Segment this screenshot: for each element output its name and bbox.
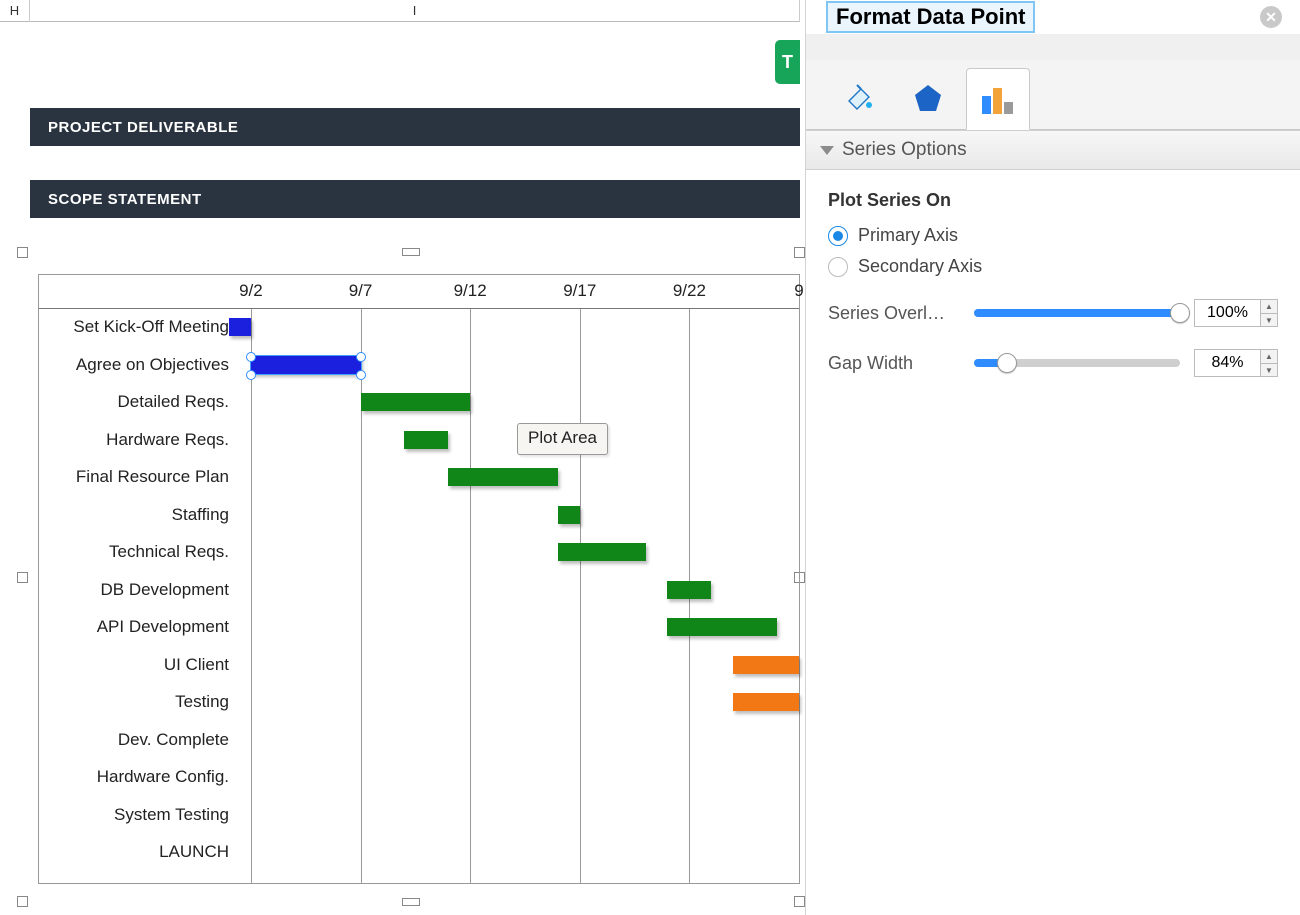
plot-area-tooltip: Plot Area (517, 423, 608, 455)
x-tick: 9/17 (563, 281, 596, 301)
series-overlap-input[interactable] (1194, 299, 1260, 327)
gantt-bar[interactable] (251, 356, 361, 374)
col-header-H[interactable]: H (0, 0, 30, 22)
gridline (470, 309, 471, 883)
series-options-body: Plot Series On Primary Axis Secondary Ax… (806, 170, 1300, 915)
radio-indicator (828, 226, 848, 246)
close-button[interactable]: ✕ (1260, 6, 1282, 28)
task-label: Testing (175, 684, 229, 720)
series-options-header[interactable]: Series Options (806, 130, 1300, 170)
task-label: API Development (97, 609, 229, 645)
stepper-down[interactable]: ▼ (1260, 313, 1278, 327)
task-label: Hardware Reqs. (106, 422, 229, 458)
x-tick: 9/7 (349, 281, 373, 301)
gantt-bar[interactable] (733, 656, 799, 674)
task-label: DB Development (100, 572, 229, 608)
tab-fill[interactable] (826, 67, 890, 129)
resize-handle[interactable] (17, 247, 28, 258)
format-tabs (806, 60, 1300, 130)
resize-handle[interactable] (17, 572, 28, 583)
gantt-bar[interactable] (667, 618, 777, 636)
series-overlap-label: Series Overl… (828, 303, 960, 324)
gantt-bar[interactable] (448, 468, 558, 486)
x-tick: 9 (794, 281, 803, 301)
gantt-bar[interactable] (404, 431, 448, 449)
resize-handle[interactable] (402, 898, 420, 906)
green-overlay-button[interactable]: T (775, 40, 800, 84)
gap-width-label: Gap Width (828, 353, 960, 374)
task-label: Agree on Objectives (76, 347, 229, 383)
task-label: Staffing (172, 497, 229, 533)
series-options-label: Series Options (842, 139, 967, 161)
stepper-up[interactable]: ▲ (1260, 349, 1278, 363)
task-label: Final Resource Plan (76, 459, 229, 495)
pentagon-icon (911, 81, 945, 115)
radio-secondary-axis[interactable]: Secondary Axis (828, 256, 1278, 277)
task-label: Set Kick-Off Meeting (73, 309, 229, 345)
plot-series-on-label: Plot Series On (828, 190, 1278, 211)
task-label: Detailed Reqs. (117, 384, 229, 420)
chevron-down-icon (820, 146, 834, 155)
stepper-up[interactable]: ▲ (1260, 299, 1278, 313)
selection-handle[interactable] (246, 370, 256, 380)
resize-handle[interactable] (794, 247, 805, 258)
plot-area-container[interactable]: 9/2 9/7 9/12 9/17 9/22 9 Set Kick-Off Meeting… (38, 274, 800, 884)
resize-handle[interactable] (402, 248, 420, 256)
selection-handle[interactable] (356, 352, 366, 362)
spreadsheet-column-header: H I (0, 0, 800, 22)
close-icon: ✕ (1265, 9, 1277, 26)
x-axis: 9/29/79/129/179/229 (39, 275, 799, 309)
radio-primary-axis[interactable]: Primary Axis (828, 225, 1278, 246)
task-label: LAUNCH (159, 834, 229, 870)
panel-title: Format Data Point (826, 1, 1035, 33)
tab-series-options[interactable] (966, 68, 1030, 130)
selection-handle[interactable] (356, 370, 366, 380)
row-project-deliverable: PROJECT DELIVERABLE (30, 108, 800, 146)
task-label: Dev. Complete (118, 722, 229, 758)
task-label: Hardware Config. (97, 759, 229, 795)
radio-label: Secondary Axis (858, 256, 982, 277)
radio-label: Primary Axis (858, 225, 958, 246)
gantt-bar[interactable] (667, 581, 711, 599)
gantt-bar[interactable] (361, 393, 471, 411)
chart-object[interactable]: 9/2 9/7 9/12 9/17 9/22 9 Set Kick-Off Meeting… (22, 252, 800, 902)
gantt-bar[interactable] (229, 318, 251, 336)
task-label: System Testing (114, 797, 229, 833)
resize-handle[interactable] (794, 896, 805, 907)
gridline (799, 309, 800, 883)
format-pane: Format Data Point ✕ Series Optio (805, 0, 1300, 915)
paint-bucket-icon (841, 81, 875, 115)
task-label: Technical Reqs. (109, 534, 229, 570)
stepper-down[interactable]: ▼ (1260, 363, 1278, 377)
slider-thumb[interactable] (1170, 303, 1190, 323)
plot-area[interactable] (229, 309, 799, 883)
slider-thumb[interactable] (997, 353, 1017, 373)
radio-indicator (828, 257, 848, 277)
resize-handle[interactable] (17, 896, 28, 907)
col-header-I[interactable]: I (30, 0, 800, 22)
x-tick: 9/2 (239, 281, 263, 301)
bar-chart-icon (978, 82, 1018, 116)
gantt-bar[interactable] (558, 543, 646, 561)
gridline (580, 309, 581, 883)
row-scope-statement: SCOPE STATEMENT (30, 180, 800, 218)
gap-width-input[interactable] (1194, 349, 1260, 377)
series-overlap-slider[interactable] (974, 309, 1180, 317)
selection-handle[interactable] (246, 352, 256, 362)
x-tick: 9/12 (454, 281, 487, 301)
gantt-bar[interactable] (558, 506, 580, 524)
x-tick: 9/22 (673, 281, 706, 301)
tab-effects[interactable] (896, 67, 960, 129)
gantt-bar[interactable] (733, 693, 799, 711)
gap-width-slider[interactable] (974, 359, 1180, 367)
task-label: UI Client (164, 647, 229, 683)
gridline (251, 309, 252, 883)
